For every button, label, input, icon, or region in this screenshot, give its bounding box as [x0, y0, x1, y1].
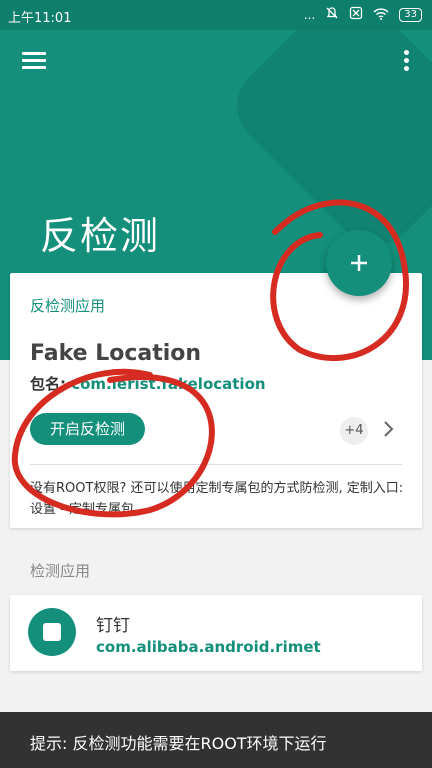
app-name: Fake Location — [30, 341, 202, 366]
detect-app-package: com.alibaba.android.rimet — [96, 638, 321, 656]
mute-icon — [325, 6, 339, 23]
no-sim-icon — [349, 6, 363, 23]
menu-icon[interactable] — [22, 52, 46, 72]
header-decoration — [220, 30, 432, 262]
package-label: 包名: — [30, 375, 66, 393]
more-options-icon[interactable] — [404, 50, 410, 74]
battery-icon: 33 — [399, 7, 422, 22]
status-bar: 上午11:01 ... 33 — [0, 0, 432, 30]
anti-detect-card: 反检测应用 Fake Location 包名: com.lerist.fakel… — [10, 273, 422, 528]
chevron-right-icon[interactable] — [382, 419, 396, 443]
plus-icon — [351, 255, 367, 271]
extra-count-badge[interactable]: +4 — [340, 417, 368, 445]
status-dots: ... — [303, 7, 316, 22]
app-icon — [28, 608, 76, 656]
root-hint-text: 没有ROOT权限? 还可以使用定制专属包的方式防检测, 定制入口: 设置 - 定… — [30, 481, 404, 517]
package-name: com.lerist.fakelocation — [71, 375, 266, 393]
status-time: 上午11:01 — [8, 11, 72, 26]
status-icons: ... 33 — [304, 6, 422, 23]
add-app-button[interactable] — [326, 230, 392, 296]
page-title: 反检测 — [40, 214, 161, 258]
list-item[interactable]: 钉钉 com.alibaba.android.rimet — [10, 595, 422, 671]
enable-anti-detect-button[interactable]: 开启反检测 — [30, 413, 146, 445]
snackbar: 提示: 反检测功能需要在ROOT环境下运行 — [0, 712, 432, 768]
package-row: 包名: com.lerist.fakelocation — [30, 373, 266, 394]
wifi-icon — [373, 7, 389, 23]
snackbar-message: 提示: 反检测功能需要在ROOT环境下运行 — [30, 734, 327, 753]
divider — [30, 464, 402, 465]
detect-section-label: 检测应用 — [30, 562, 91, 580]
detect-app-name: 钉钉 — [96, 616, 130, 636]
anti-detect-section-label: 反检测应用 — [30, 297, 106, 315]
